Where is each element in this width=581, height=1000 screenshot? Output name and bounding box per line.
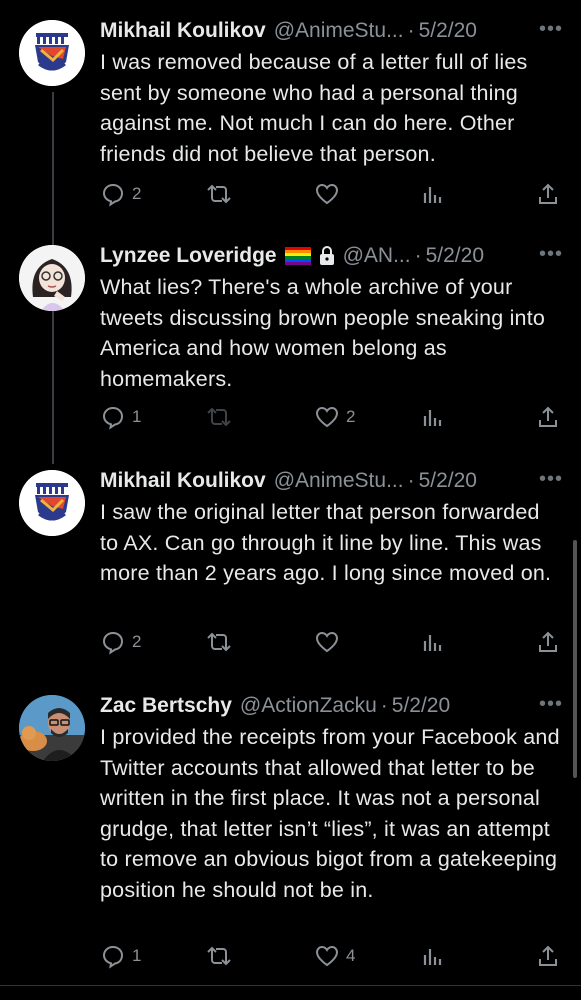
reply-count: 2 [132,184,142,203]
tweet-header: Mikhail Koulikov @AnimeStu... · 5/2/20 [100,16,563,46]
tweet-date[interactable]: 5/2/20 [426,241,484,271]
share-icon [539,631,557,652]
reply-button[interactable]: 1 [100,942,141,970]
tweet-header: Lynzee Loveridge @AN... · 5/2/20 [100,241,563,271]
more-options-icon[interactable]: ••• [539,241,563,267]
heart-icon [315,183,339,205]
separator-dot: · [407,19,415,42]
more-options-icon[interactable]: ••• [539,466,563,492]
tweet-actions: 1 2 [100,403,562,431]
retweet-button-disabled [204,403,234,431]
tweet-actions: 1 4 [100,942,562,970]
author-name[interactable]: Zac Bertschy [100,691,232,721]
like-button[interactable] [314,180,340,208]
rainbow-flag-icon [284,247,311,265]
share-button[interactable] [536,942,560,970]
retweet-icon [207,184,231,204]
like-button[interactable]: 2 [314,403,355,431]
divider [0,985,581,986]
tweet-text: I was removed because of a letter full o… [100,50,528,166]
author-name[interactable]: Mikhail Koulikov [100,16,266,46]
heart-icon [315,631,339,653]
separator-dot: · [380,694,388,717]
share-icon [539,183,557,204]
photo-avatar-icon [19,695,85,761]
separator-dot: · [414,244,422,267]
retweet-button[interactable] [204,628,234,656]
retweet-button[interactable] [204,942,234,970]
author-name[interactable]: Lynzee Loveridge [100,241,277,271]
analytics-button[interactable] [421,628,445,656]
analytics-icon [423,410,442,426]
separator-dot: · [407,469,415,492]
tweet-text: I saw the original letter that person fo… [100,500,552,585]
reply-button[interactable]: 1 [100,403,141,431]
heart-icon [315,945,339,967]
lock-icon [319,246,335,266]
tweet-actions: 2 [100,628,562,656]
retweet-icon [207,407,231,427]
analytics-icon [423,949,442,965]
reply-icon [102,945,124,969]
retweet-icon [207,946,231,966]
reply-count: 1 [132,407,142,426]
reply-button[interactable]: 2 [100,180,141,208]
tweet-date[interactable]: 5/2/20 [419,466,477,496]
share-icon [539,406,557,427]
drawn-character-icon [19,245,85,311]
share-button[interactable] [536,403,560,431]
heart-icon [315,406,339,428]
analytics-button[interactable] [421,942,445,970]
share-icon [539,945,557,966]
tweet-actions: 2 [100,180,562,208]
retweet-icon [207,632,231,652]
analytics-button[interactable] [421,180,445,208]
analytics-icon [423,635,442,651]
reply-count: 1 [132,946,142,965]
tweet-text: What lies? There's a whole archive of yo… [100,275,546,391]
tweet-text: I provided the receipts from your Facebo… [100,725,560,902]
share-button[interactable] [536,180,560,208]
like-button[interactable] [314,628,340,656]
avatar[interactable] [19,695,85,761]
reply-count: 2 [132,632,142,651]
avatar[interactable] [19,470,85,536]
author-handle[interactable]: @AnimeStu... [274,466,404,496]
tweet-header: Mikhail Koulikov @AnimeStu... · 5/2/20 [100,466,563,496]
analytics-button[interactable] [421,403,445,431]
reply-button[interactable]: 2 [100,628,141,656]
like-count: 2 [346,407,356,426]
like-count: 4 [346,946,356,965]
tweet-date[interactable]: 5/2/20 [419,16,477,46]
more-options-icon[interactable]: ••• [539,691,563,717]
author-handle[interactable]: @AN... [343,241,411,271]
avatar[interactable] [19,20,85,86]
author-handle[interactable]: @ActionZacku [240,691,377,721]
reply-icon [102,183,124,207]
like-button[interactable]: 4 [314,942,355,970]
analytics-icon [423,187,442,203]
reply-icon [102,631,124,655]
reply-icon [102,406,124,430]
shield-logo-icon [19,20,85,86]
share-button[interactable] [536,628,560,656]
avatar[interactable] [19,245,85,311]
tweet-date[interactable]: 5/2/20 [392,691,450,721]
scrollbar[interactable] [573,540,577,778]
shield-logo-icon [19,470,85,536]
tweet-header: Zac Bertschy @ActionZacku · 5/2/20 [100,691,563,721]
retweet-button[interactable] [204,180,234,208]
more-options-icon[interactable]: ••• [539,16,563,42]
author-handle[interactable]: @AnimeStu... [274,16,404,46]
author-name[interactable]: Mikhail Koulikov [100,466,266,496]
